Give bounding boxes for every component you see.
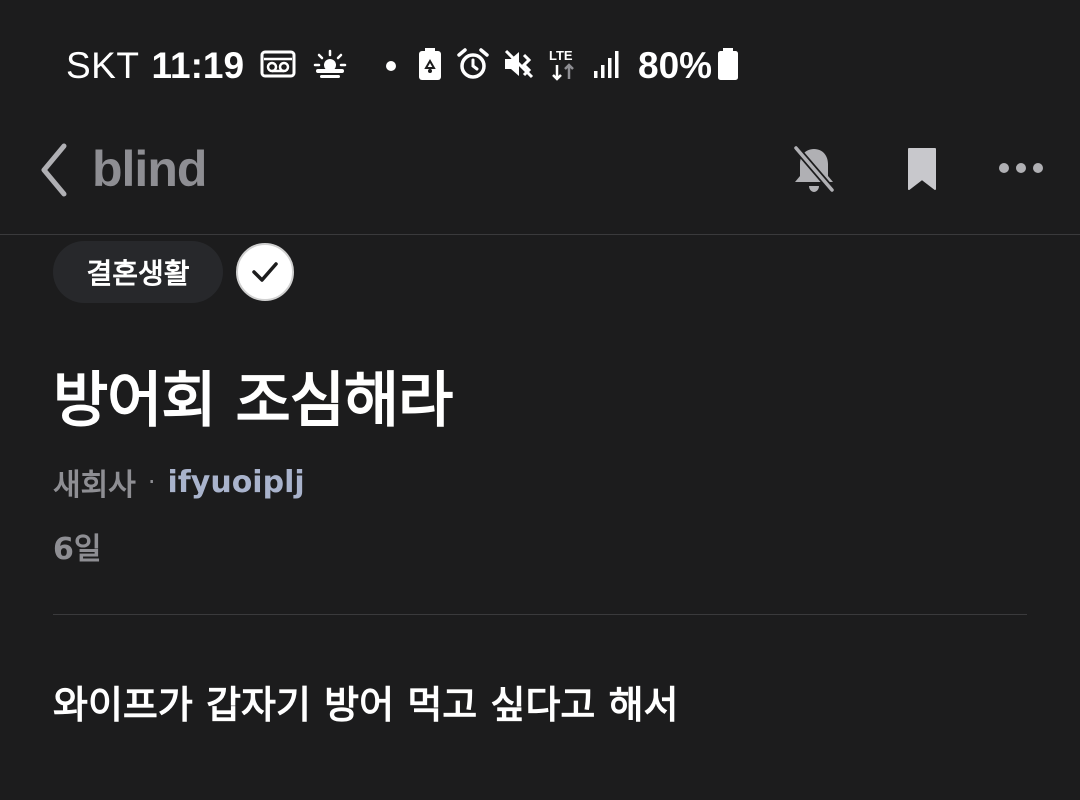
category-tag-label: 결혼생활: [86, 257, 190, 290]
author-company[interactable]: 새회사: [53, 460, 136, 504]
meta-separator: ·: [147, 468, 156, 496]
battery-percent: 80%: [638, 45, 713, 86]
category-tag[interactable]: 결혼생활: [53, 241, 223, 303]
checkmark-icon: [252, 262, 278, 282]
back-button[interactable]: [36, 142, 76, 198]
clock: 11:19: [151, 45, 245, 86]
post-body: 와이프가 갑자기 방어 먹고 싶다고 해서: [53, 683, 679, 727]
bookmark-icon: [908, 148, 936, 190]
app-bar: blind: [0, 130, 1080, 234]
voicemail-icon: [260, 49, 296, 83]
lte-data-icon: LTE: [548, 47, 580, 85]
signal-icon: [592, 49, 622, 83]
status-right: LTE 80%: [416, 44, 752, 88]
post-time-ago: 6일: [53, 532, 102, 567]
bell-off-icon: [793, 145, 835, 193]
svg-text:LTE: LTE: [549, 48, 573, 63]
weather-sun-cloud-icon: [312, 49, 348, 83]
post-title: 방어회 조심해라: [53, 366, 453, 436]
battery-saver-icon: [416, 47, 444, 85]
status-left: SKT 11:19: [66, 44, 397, 88]
more-dots-icon: [999, 163, 1043, 173]
notification-dot: [386, 61, 397, 71]
more-options-button[interactable]: [996, 156, 1046, 180]
back-chevron-icon: [41, 143, 67, 197]
status-bar: SKT 11:19 LTE 80%: [0, 0, 1080, 130]
brand-logo[interactable]: blind: [92, 140, 207, 198]
post-meta: 새회사 · ifyuoiplj: [53, 460, 305, 504]
alarm-icon: [456, 47, 490, 85]
author-nickname[interactable]: ifyuoiplj: [167, 465, 304, 500]
notification-off-button[interactable]: [790, 144, 838, 194]
app-bar-divider: [0, 234, 1080, 235]
bookmark-button[interactable]: [904, 146, 940, 192]
screen: SKT 11:19 LTE 80% blind 결혼생활 방어회 조심해라 새회…: [0, 0, 1080, 800]
content-divider: [53, 614, 1027, 615]
check-button[interactable]: [236, 243, 294, 301]
carrier-label: SKT: [66, 45, 140, 86]
vibrate-mute-icon: [502, 47, 536, 85]
battery-icon: [716, 47, 740, 85]
